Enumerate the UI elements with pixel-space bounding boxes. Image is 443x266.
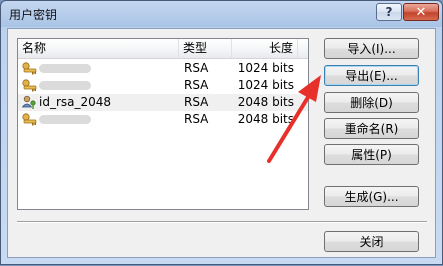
key-type: RSA [184,112,209,126]
column-header-length[interactable]: 长度 [232,39,298,58]
window-close-button[interactable]: ✕ [403,3,439,21]
close-button[interactable]: 关闭 [324,231,419,252]
key-user-icon [21,61,37,76]
key-list[interactable]: 名称 类型 长度 RSA 1024 bits RSA 1024 bits id_… [17,38,309,210]
key-type: RSA [184,78,209,92]
column-header-type[interactable]: 类型 [179,39,232,58]
list-item[interactable]: id_rsa_2048 RSA 2048 bits [18,94,308,111]
key-type: RSA [184,95,209,109]
key-type: RSA [184,61,209,75]
list-item[interactable]: RSA 1024 bits [18,60,308,77]
key-user-icon [21,95,37,110]
key-name-obscured [39,111,91,129]
delete-button[interactable]: 删除(D) [324,92,419,113]
properties-button[interactable]: 属性(P) [324,144,419,165]
rename-button[interactable]: 重命名(R) [324,118,419,139]
key-name: id_rsa_2048 [39,95,112,109]
key-length: 2048 bits [237,112,294,126]
key-user-icon [21,112,37,127]
help-button[interactable]: ? [376,3,402,21]
separator [17,221,427,223]
key-user-icon [21,78,37,93]
generate-button[interactable]: 生成(G)... [324,186,419,207]
window-title: 用户密钥 [9,8,58,22]
key-name-obscured [39,77,91,95]
title-bar[interactable]: 用户密钥 ? ✕ [1,1,442,27]
list-header: 名称 类型 长度 [18,39,308,59]
column-header-name[interactable]: 名称 [18,39,179,58]
dialog-body: 名称 类型 长度 RSA 1024 bits RSA 1024 bits id_… [7,28,436,258]
key-length: 1024 bits [237,78,294,92]
export-button[interactable]: 导出(E)... [324,65,419,86]
key-name-obscured [39,60,91,78]
key-length: 2048 bits [237,95,294,109]
key-length: 1024 bits [237,61,294,75]
list-item[interactable]: RSA 2048 bits [18,111,308,128]
list-item[interactable]: RSA 1024 bits [18,77,308,94]
import-button[interactable]: 导入(I)... [324,38,419,59]
user-keys-dialog: 用户密钥 ? ✕ 名称 类型 长度 RSA 1024 bits RSA 1024… [0,0,443,265]
